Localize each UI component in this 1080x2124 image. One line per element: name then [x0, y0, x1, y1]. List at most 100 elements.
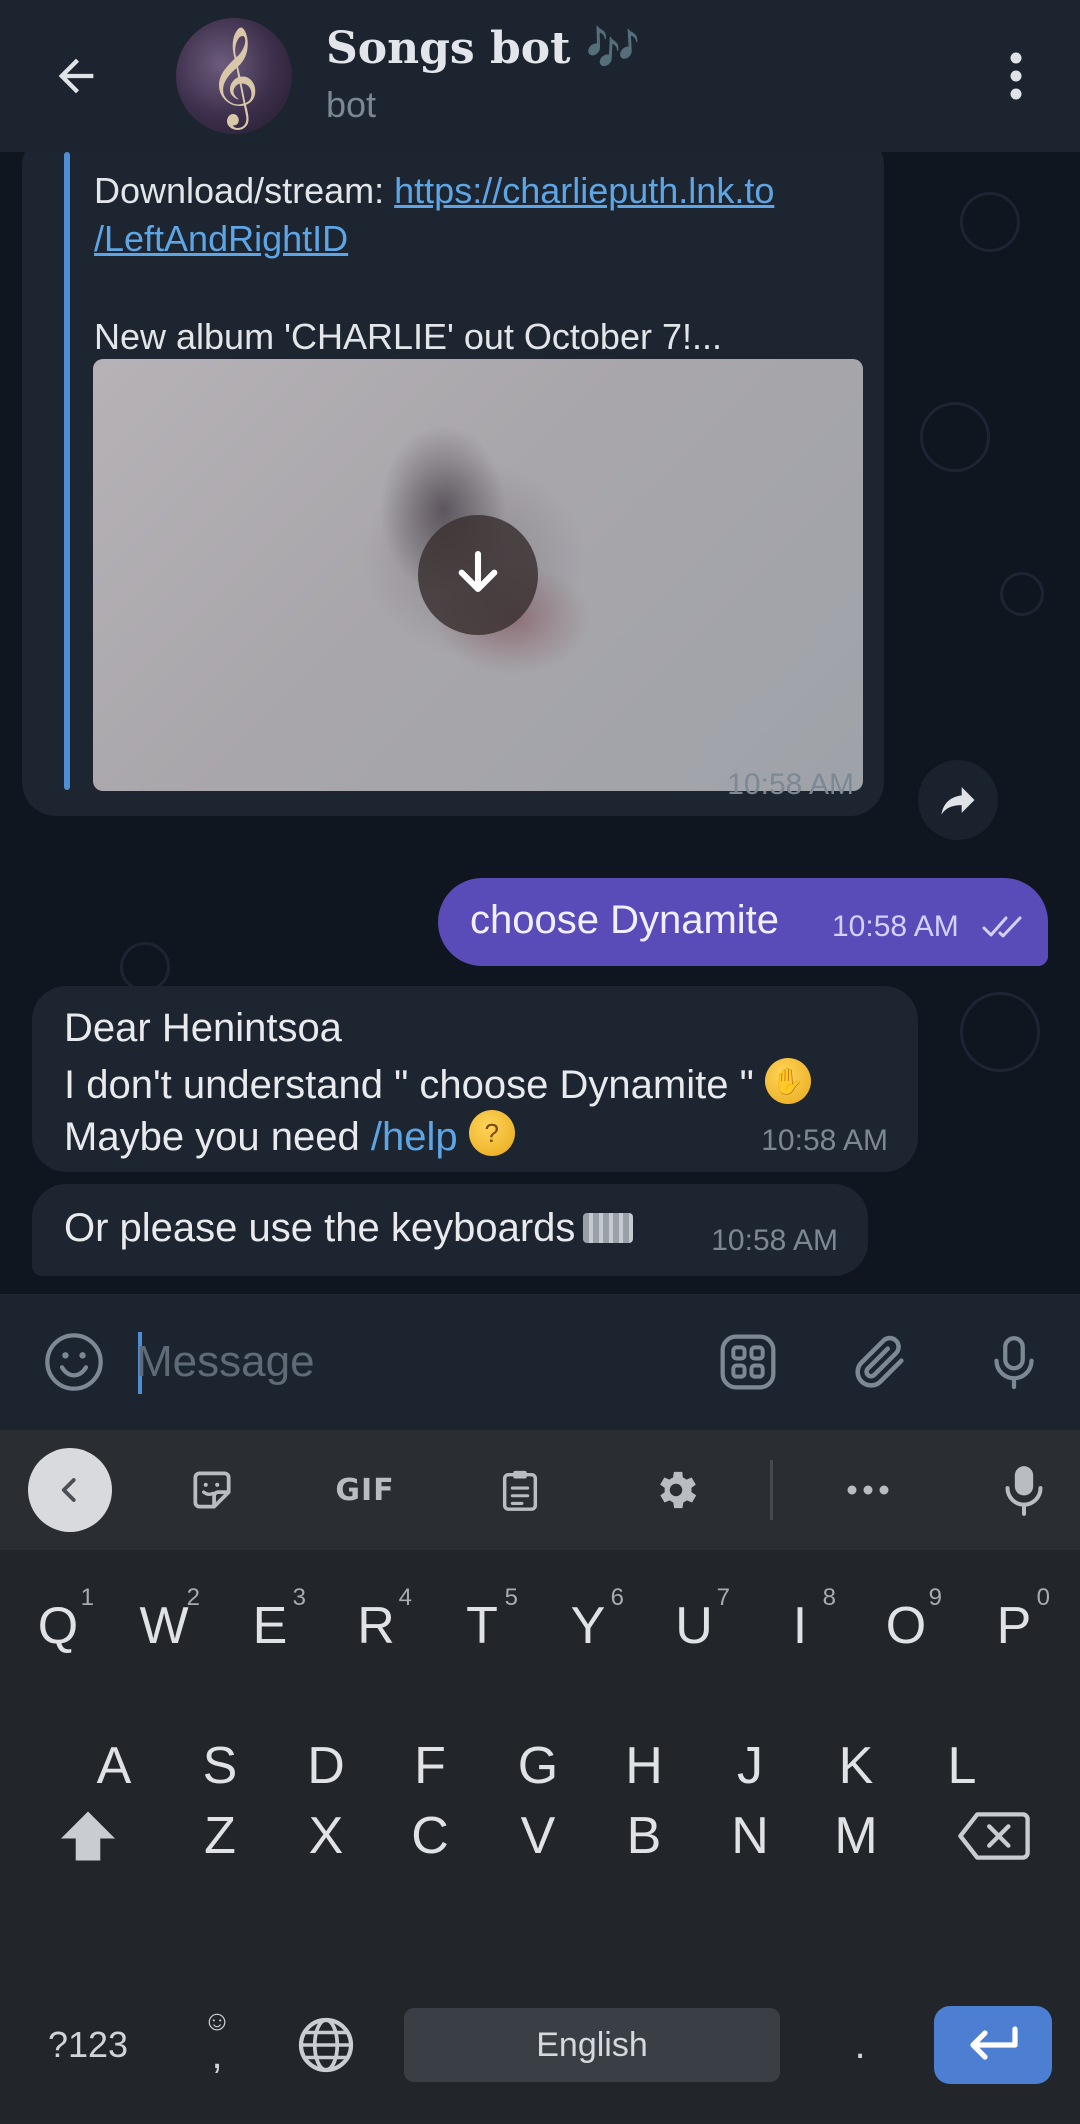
sticker-icon [193, 1471, 231, 1509]
key-u[interactable]: U7 [646, 1566, 742, 1686]
stream-link-continued[interactable]: /LeftAndRightID [94, 218, 348, 260]
clipboard-icon [502, 1470, 538, 1511]
key-hint: 4 [398, 1584, 412, 1611]
globe-icon [298, 2017, 354, 2073]
space-key[interactable]: English [404, 2008, 780, 2082]
double-check-icon [982, 916, 1022, 938]
share-arrow-icon [941, 787, 975, 815]
key-hint: 6 [610, 1584, 624, 1611]
album-announcement-text: New album 'CHARLIE' out October 7!... [94, 316, 722, 357]
thinking-face-emoji: ? [468, 1110, 515, 1156]
key-m[interactable]: M [808, 1776, 904, 1896]
enter-key[interactable] [934, 2006, 1052, 2084]
key-hint: 1 [80, 1584, 94, 1611]
media-preview[interactable] [93, 359, 863, 791]
more-options-button[interactable] [828, 1450, 908, 1530]
key-p[interactable]: P0 [966, 1566, 1062, 1686]
language-key[interactable] [284, 2000, 368, 2090]
gif-button[interactable]: GIF [320, 1450, 410, 1530]
clipboard-button[interactable] [480, 1450, 560, 1530]
message-text-content: Or please use the keyboards [64, 1206, 576, 1250]
message-bubble-forwarded[interactable]: Download/stream: https://charlieputh.lnk… [22, 152, 884, 816]
emoji-button[interactable] [36, 1324, 112, 1400]
period-key[interactable]: . [820, 2000, 900, 2090]
background-doodle [120, 942, 170, 992]
voice-typing-button[interactable] [984, 1450, 1064, 1530]
key-hint: 8 [822, 1584, 836, 1611]
background-doodle [960, 992, 1040, 1072]
key-b[interactable]: B [596, 1776, 692, 1896]
message-time: 10:58 AM [832, 910, 959, 943]
key-label: W [139, 1597, 189, 1655]
key-l[interactable]: L [914, 1706, 1010, 1826]
attach-button[interactable] [842, 1324, 918, 1400]
treble-clef-icon: 𝄞 [208, 26, 260, 126]
key-label: U [675, 1597, 713, 1655]
avatar[interactable]: 𝄞 [176, 18, 292, 134]
quote-bar [64, 152, 70, 790]
key-a[interactable]: A [66, 1706, 162, 1826]
key-i[interactable]: I8 [752, 1566, 848, 1686]
chat-header: 𝄞 Songs bot 🎶 bot [0, 0, 1080, 152]
symbols-key[interactable]: ?123 [32, 2000, 144, 2090]
message-time: 10:58 AM [727, 768, 854, 801]
more-horizontal-icon [847, 1485, 889, 1495]
emoji-comma-key[interactable]: ☺ , [180, 1986, 254, 2096]
message-line: Dear Henintsoa [64, 1006, 342, 1050]
message-line: Maybe you need /help ? [64, 1110, 515, 1160]
telegram-chat-screen: 𝄞 Songs bot 🎶 bot Download/stream: https… [0, 0, 1080, 2124]
forward-button[interactable] [918, 760, 998, 840]
message-composer [0, 1294, 1080, 1430]
background-doodle [960, 192, 1020, 252]
keyboard-emoji [583, 1213, 634, 1243]
key-hint: 3 [292, 1584, 306, 1611]
download-button[interactable] [418, 515, 538, 635]
toolbar-collapse-button[interactable] [28, 1448, 112, 1532]
key-x[interactable]: X [278, 1776, 374, 1896]
key-t[interactable]: T5 [434, 1566, 530, 1686]
key-label: E [252, 1597, 288, 1655]
message-text: Download/stream: https://charlieputh.lnk… [94, 170, 774, 212]
key-z[interactable]: Z [172, 1776, 268, 1896]
background-doodle [920, 402, 990, 472]
message-bubble-reply[interactable]: Dear Henintsoa I don't understand " choo… [32, 986, 918, 1172]
message-list[interactable]: Download/stream: https://charlieputh.lnk… [0, 152, 1080, 1294]
key-hint: 5 [504, 1584, 518, 1611]
key-r[interactable]: R4 [328, 1566, 424, 1686]
key-e[interactable]: E3 [222, 1566, 318, 1686]
keyboard-settings-button[interactable] [636, 1450, 716, 1530]
key-o[interactable]: O9 [858, 1566, 954, 1686]
key-hint: 0 [1036, 1584, 1050, 1611]
onscreen-keyboard: GIF ?123 ☺ , English . Q 1 W 2 E 3 R 4 T… [0, 1430, 1080, 2124]
help-command-link[interactable]: /help [371, 1115, 458, 1159]
comma-label: , [211, 2033, 223, 2077]
key-y[interactable]: Y6 [540, 1566, 636, 1686]
chevron-left-icon [61, 1478, 76, 1502]
voice-message-button[interactable] [976, 1324, 1052, 1400]
key-label: O [885, 1597, 927, 1655]
message-text: Or please use the keyboards [64, 1206, 634, 1251]
key-n[interactable]: N [702, 1776, 798, 1896]
message-text: choose Dynamite [470, 898, 780, 942]
music-notes-emoji: 🎶 [585, 23, 641, 74]
message-line: I don't understand " choose Dynamite " ✋ [64, 1058, 811, 1108]
key-v[interactable]: V [490, 1776, 586, 1896]
sticker-button[interactable] [172, 1450, 252, 1530]
message-input[interactable] [136, 1330, 696, 1394]
key-q[interactable]: Q1 [10, 1566, 106, 1686]
hand-over-mouth-emoji: ✋ [764, 1058, 811, 1104]
stream-link[interactable]: https://charlieputh.lnk.to [394, 170, 774, 211]
key-c[interactable]: C [382, 1776, 478, 1896]
key-label: Q [37, 1597, 79, 1655]
message-bubble-outgoing[interactable]: choose Dynamite 10:58 AM [438, 878, 1048, 966]
chat-title[interactable]: Songs bot 🎶 [326, 22, 641, 74]
text-prefix: Download/stream: [94, 170, 395, 211]
message-bubble-reply[interactable]: Or please use the keyboards 10:58 AM [32, 1184, 868, 1276]
key-w[interactable]: W2 [116, 1566, 212, 1686]
smiley-icon: ☺ [202, 2005, 232, 2036]
key-label: T [466, 1597, 498, 1655]
back-button[interactable] [40, 40, 112, 112]
more-menu-button[interactable] [992, 44, 1040, 108]
bot-commands-button[interactable] [710, 1324, 786, 1400]
chat-subtitle: bot [326, 84, 377, 125]
